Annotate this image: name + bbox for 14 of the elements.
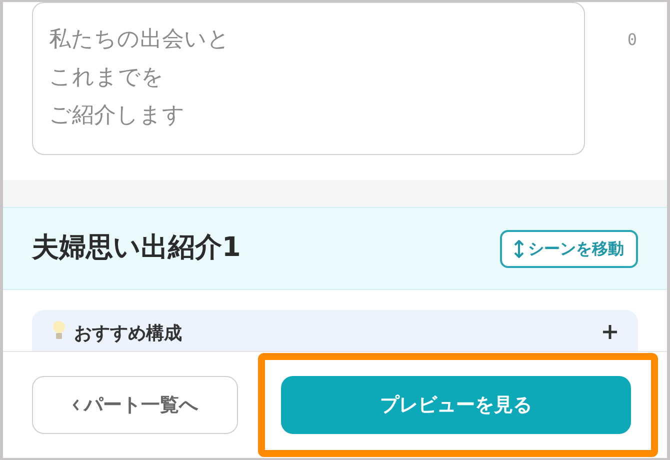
placeholder-text: 私たちの出会いと [49, 26, 230, 54]
message-field[interactable]: 私たちの出会いと これまでを ご紹介します [32, 2, 585, 155]
placeholder-text: ご紹介します [49, 102, 185, 130]
character-count: 0 [627, 29, 637, 51]
preview-button[interactable]: プレビューを見る [281, 376, 631, 434]
scene-title: 夫婦思い出紹介1 [32, 231, 241, 266]
move-scene-button[interactable]: シーンを移動 [500, 230, 638, 268]
tip-title: おすすめ構成 [74, 322, 182, 346]
light-bulb-icon [52, 320, 66, 342]
back-button[interactable]: パート一覧へ [32, 376, 238, 434]
plus-icon [602, 324, 618, 340]
vertical-arrows-icon [514, 240, 524, 258]
placeholder-text: これまでを [49, 64, 164, 92]
chevron-left-icon [72, 399, 80, 411]
